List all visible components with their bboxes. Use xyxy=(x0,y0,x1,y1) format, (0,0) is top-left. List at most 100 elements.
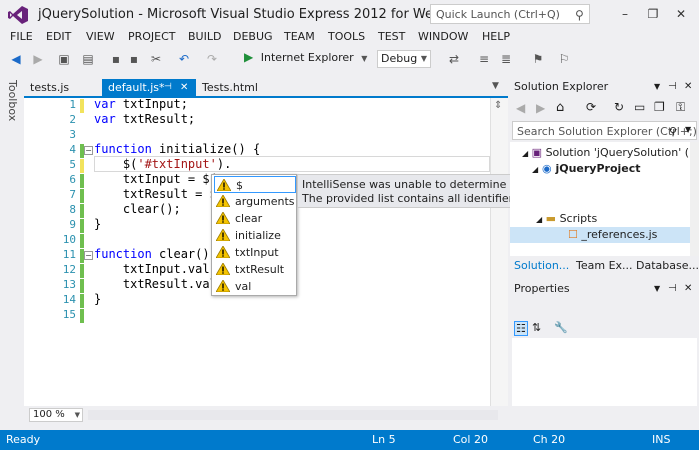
pin-icon[interactable]: ⊣ xyxy=(164,79,172,96)
undo-icon[interactable]: ↶ xyxy=(176,51,192,67)
solution-search-input[interactable]: Search Solution Explorer (Ctrl+;) ⚲ ▼ xyxy=(512,121,697,140)
solution-explorer-toolbar: ◀ ▶ ⌂ ⟳ ↻ ▭ ❐ ⚿ xyxy=(510,98,699,120)
code-line-8[interactable]: clear(); xyxy=(94,202,181,216)
menu-build[interactable]: BUILD xyxy=(188,30,221,43)
completion-item[interactable]: val xyxy=(214,278,296,295)
pin-icon[interactable]: ⊣ xyxy=(668,280,677,298)
close-icon[interactable]: ✕ xyxy=(180,79,188,96)
code-line-5[interactable]: $('#txtInput'). xyxy=(94,157,231,171)
menu-debug[interactable]: DEBUG xyxy=(233,30,273,43)
completion-item[interactable]: txtResult xyxy=(214,261,296,278)
tab-default-js[interactable]: default.js* ⊣ ✕ xyxy=(102,79,196,96)
completion-item[interactable]: arguments xyxy=(214,193,296,210)
configuration-value: Debug xyxy=(381,52,418,65)
back-icon[interactable]: ◀ xyxy=(8,51,24,67)
tree-item-scripts-folder[interactable]: ◢ ▬ Scripts xyxy=(536,212,597,225)
menu-test[interactable]: TEST xyxy=(378,30,405,43)
web-project-icon: ◉ xyxy=(542,162,552,175)
uncomment-icon[interactable]: ≣ xyxy=(498,51,514,67)
menu-tools[interactable]: TOOLS xyxy=(328,30,365,43)
code-line-4[interactable]: function initialize() { xyxy=(94,142,260,156)
redo-icon[interactable]: ↷ xyxy=(204,51,220,67)
line-number: 12 xyxy=(62,263,76,276)
properties-panel: Properties ▼ ⊣ ✕ ☷ ⇅ 🔧 xyxy=(510,280,699,406)
dropdown-icon[interactable]: ▼ xyxy=(654,280,660,298)
split-icon[interactable]: ⇕ xyxy=(494,100,502,111)
properties-icon[interactable]: ⚿ xyxy=(676,100,685,115)
browser-link-icon[interactable]: ⇄ xyxy=(446,51,462,67)
menu-file[interactable]: FILE xyxy=(10,30,33,43)
change-marker-saved xyxy=(80,264,84,278)
back-icon[interactable]: ◀ xyxy=(516,101,525,115)
tab-list-dropdown-icon[interactable]: ▼ xyxy=(492,81,499,91)
tree-item-solution[interactable]: ◢ ▣ Solution 'jQuerySolution' (1 pro xyxy=(522,146,690,159)
tree-item-references-js[interactable]: ☐ _references.js xyxy=(568,228,657,241)
code-line-11[interactable]: function clear() { xyxy=(94,247,224,261)
change-marker-saved xyxy=(80,204,84,218)
show-all-files-icon[interactable]: ❐ xyxy=(654,100,665,114)
menu-help[interactable]: HELP xyxy=(482,30,510,43)
zoom-select[interactable]: 100 % ▼ xyxy=(29,408,83,422)
toolbox-tab[interactable]: Toolbox xyxy=(0,78,22,408)
tab-database-explorer[interactable]: Database... xyxy=(636,259,699,272)
forward-icon[interactable]: ▶ xyxy=(536,101,545,115)
run-target-label: Internet Explorer xyxy=(260,51,354,64)
close-icon[interactable]: ✕ xyxy=(684,78,692,96)
tab-team-explorer[interactable]: Team Ex... xyxy=(576,259,633,272)
property-pages-icon[interactable]: 🔧 xyxy=(554,321,568,334)
pin-icon[interactable]: ⊣ xyxy=(668,78,677,96)
code-line-14[interactable]: } xyxy=(94,292,101,306)
home-icon[interactable]: ⌂ xyxy=(556,100,564,115)
line-number: 1 xyxy=(69,98,76,111)
keyword: var xyxy=(94,112,116,126)
completion-item[interactable]: txtInput xyxy=(214,244,296,261)
tab-solution-explorer[interactable]: Solution... xyxy=(514,259,569,272)
refresh-icon[interactable]: ↻ xyxy=(614,100,624,114)
save-icon[interactable]: ▪ xyxy=(108,51,124,67)
menu-team[interactable]: TEAM xyxy=(284,30,315,43)
bookmark-icon[interactable]: ⚑ xyxy=(530,51,546,67)
collapse-all-icon[interactable]: ▭ xyxy=(634,100,645,114)
comment-icon[interactable]: ≡ xyxy=(476,51,492,67)
tab-tests-html[interactable]: Tests.html xyxy=(196,79,276,96)
cut-icon[interactable]: ✂ xyxy=(148,51,164,67)
completion-item[interactable]: clear xyxy=(214,210,296,227)
minimize-button[interactable]: – xyxy=(613,5,637,23)
save-all-icon[interactable]: ▪ xyxy=(126,51,142,67)
dropdown-icon[interactable]: ▼ xyxy=(654,78,660,96)
keyword: var xyxy=(94,97,116,111)
close-icon[interactable]: ✕ xyxy=(684,280,692,298)
line-number: 4 xyxy=(69,143,76,156)
open-file-icon[interactable]: ▤ xyxy=(80,51,96,67)
maximize-button[interactable]: ❐ xyxy=(641,5,665,23)
code-line-1[interactable]: var txtInput; xyxy=(94,97,188,111)
quick-launch-input[interactable]: Quick Launch (Ctrl+Q) ⚲ xyxy=(430,4,590,24)
chevron-down-icon[interactable]: ▼ xyxy=(685,125,691,134)
collapse-toggle[interactable]: − xyxy=(84,251,93,260)
vertical-scrollbar[interactable]: ⇕ xyxy=(490,98,508,406)
alphabetical-icon[interactable]: ⇅ xyxy=(532,321,541,334)
menu-project[interactable]: PROJECT xyxy=(128,30,176,43)
new-project-icon[interactable]: ▣ xyxy=(56,51,72,67)
tree-item-project[interactable]: ◢ ◉ jQueryProject xyxy=(532,162,641,175)
menu-edit[interactable]: EDIT xyxy=(46,30,71,43)
line-number: 3 xyxy=(69,128,76,141)
next-bookmark-icon[interactable]: ⚐ xyxy=(556,51,572,67)
menu-view[interactable]: VIEW xyxy=(86,30,115,43)
solution-tree-scrollbar[interactable] xyxy=(690,142,699,256)
categorized-icon[interactable]: ☷ xyxy=(514,321,528,336)
start-debugging-button[interactable]: ▶ Internet Explorer ▼ xyxy=(244,50,367,68)
collapse-toggle[interactable]: − xyxy=(84,146,93,155)
menu-window[interactable]: WINDOW xyxy=(418,30,468,43)
forward-icon[interactable]: ▶ xyxy=(30,51,46,67)
solution-configuration-select[interactable]: Debug ▼ xyxy=(377,50,431,68)
completion-item[interactable]: initialize xyxy=(214,227,296,244)
tree-item-label: jQueryProject xyxy=(555,162,641,175)
tab-tests-js[interactable]: tests.js xyxy=(24,79,100,96)
code-line-2[interactable]: var txtResult; xyxy=(94,112,195,126)
code-line-9[interactable]: } xyxy=(94,217,101,231)
sync-icon[interactable]: ⟳ xyxy=(586,100,596,114)
close-button[interactable]: ✕ xyxy=(669,5,693,23)
horizontal-scrollbar[interactable] xyxy=(88,410,498,420)
completion-item[interactable]: $ xyxy=(214,176,296,193)
